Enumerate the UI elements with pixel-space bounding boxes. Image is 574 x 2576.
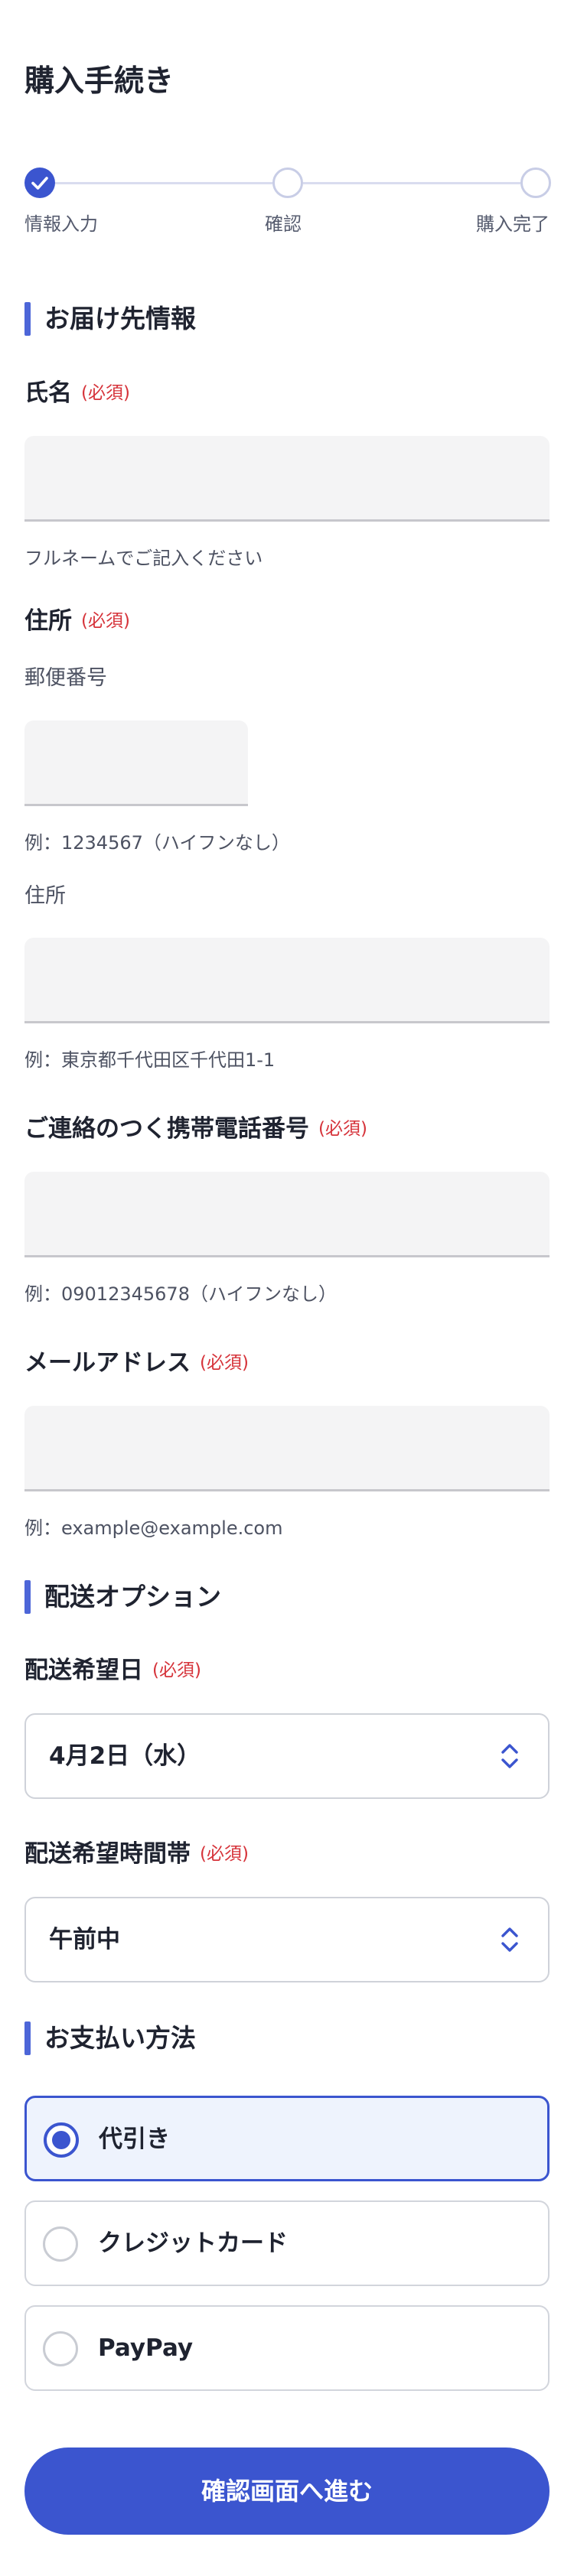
step-2-label: 確認: [265, 213, 302, 235]
required-badge: (必須): [200, 1844, 249, 1864]
payment-option-label: クレジットカード: [98, 2230, 288, 2257]
name-hint: フルネームでご記入ください: [24, 548, 263, 569]
payment-option-cod[interactable]: 代引き: [24, 2096, 550, 2181]
payment-option-label: 代引き: [99, 2126, 170, 2153]
delivery-date-select[interactable]: 4月2日（水）: [24, 1713, 550, 1799]
section-title: お届け先情報: [44, 304, 196, 333]
radio-selected-icon: [44, 2122, 79, 2158]
postal-code-label: 郵便番号: [24, 666, 107, 690]
delivery-time-label-text: 配送希望時間帯: [24, 1840, 191, 1868]
section-accent-bar: [24, 302, 31, 336]
step-3-circle-icon: [520, 168, 551, 198]
stepper-connector: [303, 182, 520, 184]
chevron-up-down-icon: [501, 1927, 518, 1952]
address-label: 住所 (必須): [24, 604, 130, 638]
delivery-date-value: 4月2日（水）: [49, 1742, 201, 1770]
required-badge: (必須): [152, 1660, 201, 1680]
required-badge: (必須): [81, 611, 130, 631]
step-2-circle-icon: [272, 168, 303, 198]
email-label-text: メールアドレス: [24, 1349, 191, 1377]
stepper-connector: [55, 182, 272, 184]
email-input[interactable]: [24, 1406, 550, 1491]
delivery-date-label: 配送希望日 (必須): [24, 1654, 201, 1687]
phone-hint: 例：09012345678（ハイフンなし）: [24, 1283, 337, 1305]
delivery-time-select[interactable]: 午前中: [24, 1897, 550, 1982]
step-1-check-icon: [24, 168, 55, 198]
postal-code-hint: 例：1234567（ハイフンなし）: [24, 832, 290, 854]
name-label: 氏名 (必須): [24, 376, 130, 410]
required-badge: (必須): [200, 1353, 249, 1373]
delivery-time-value: 午前中: [49, 1926, 120, 1953]
required-badge: (必須): [318, 1119, 367, 1139]
payment-option-credit-card[interactable]: クレジットカード: [24, 2200, 550, 2286]
section-title: 配送オプション: [44, 1582, 221, 1612]
name-input[interactable]: [24, 436, 550, 522]
email-hint: 例：example@example.com: [24, 1517, 283, 1539]
radio-unselected-icon: [43, 2331, 78, 2366]
street-address-input[interactable]: [24, 938, 550, 1023]
step-3-label: 購入完了: [476, 213, 550, 235]
section-title: お支払い方法: [44, 2023, 196, 2053]
phone-label: ご連絡のつく携帯電話番号 (必須): [24, 1112, 367, 1146]
payment-option-paypay[interactable]: PayPay: [24, 2305, 550, 2391]
proceed-to-confirm-button[interactable]: 確認画面へ進む: [24, 2448, 550, 2535]
step-1-label: 情報入力: [24, 213, 98, 235]
page-title: 購入手続き: [24, 64, 174, 99]
phone-input[interactable]: [24, 1172, 550, 1257]
section-accent-bar: [24, 2021, 31, 2055]
phone-label-text: ご連絡のつく携帯電話番号: [24, 1115, 309, 1143]
delivery-time-label: 配送希望時間帯 (必須): [24, 1837, 249, 1871]
name-label-text: 氏名: [24, 379, 72, 407]
payment-option-label: PayPay: [98, 2334, 194, 2362]
section-accent-bar: [24, 1580, 31, 1614]
radio-unselected-icon: [43, 2226, 78, 2262]
email-label: メールアドレス (必須): [24, 1346, 249, 1380]
chevron-up-down-icon: [501, 1744, 518, 1768]
required-badge: (必須): [81, 383, 130, 403]
street-address-label: 住所: [24, 884, 66, 908]
street-address-hint: 例：東京都千代田区千代田1-1: [24, 1049, 276, 1071]
delivery-date-label-text: 配送希望日: [24, 1657, 143, 1684]
postal-code-input[interactable]: [24, 720, 248, 806]
address-label-text: 住所: [24, 607, 72, 635]
